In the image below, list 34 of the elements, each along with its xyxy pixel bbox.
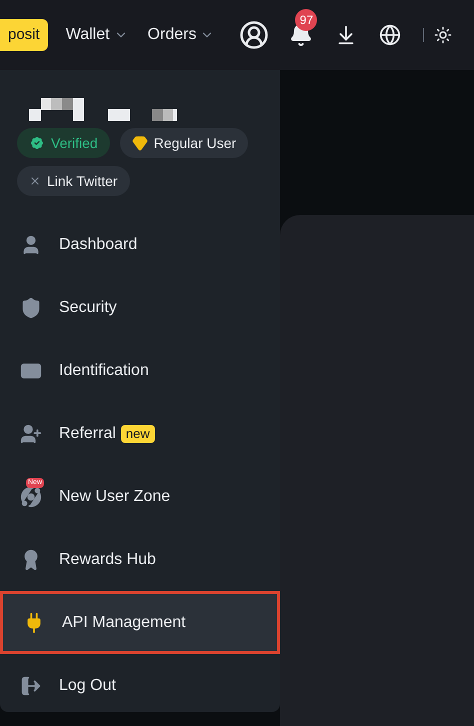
menu-label: Referral [59, 424, 116, 444]
shield-icon [20, 296, 42, 318]
link-twitter-button[interactable]: Link Twitter [17, 166, 130, 196]
verified-icon [29, 135, 45, 151]
menu-item[interactable]: Security [0, 276, 280, 339]
nav-menu[interactable]: Wallet [66, 23, 128, 47]
nav-menu[interactable]: Orders [148, 23, 214, 47]
menu-label: New User Zone [59, 486, 170, 506]
menu-label: API Management [62, 612, 186, 632]
menu-label: Security [59, 298, 117, 318]
add-person-icon [20, 422, 42, 444]
menu-item[interactable]: Dashboard [0, 213, 280, 276]
menu-label: Rewards Hub [59, 550, 156, 570]
menu-item[interactable]: Identification [0, 339, 280, 402]
sun-icon[interactable] [434, 26, 452, 44]
menu-item[interactable]: API Management [0, 591, 280, 654]
menu-label: Log Out [59, 676, 116, 696]
globe-icon[interactable] [379, 24, 402, 46]
planet-icon [20, 486, 42, 508]
menu-label: Identification [59, 360, 149, 380]
x-icon [29, 175, 41, 187]
menu-item[interactable]: Log Out [0, 654, 280, 717]
chip-label: Regular User [154, 134, 236, 153]
logout-icon [20, 674, 42, 696]
diamond-icon [132, 135, 148, 151]
notification-badge: 97 [295, 9, 318, 31]
menu-label: Dashboard [59, 234, 138, 254]
chip-label: Verified [51, 134, 98, 152]
deposit-button[interactable]: posit [0, 19, 48, 51]
menu-item[interactable]: Referral new [0, 402, 280, 465]
menu-item[interactable]: Rewards Hub [0, 528, 280, 591]
account-icon[interactable] [239, 20, 270, 50]
chip-label: Link Twitter [47, 172, 118, 190]
new-tag: new [120, 424, 155, 442]
